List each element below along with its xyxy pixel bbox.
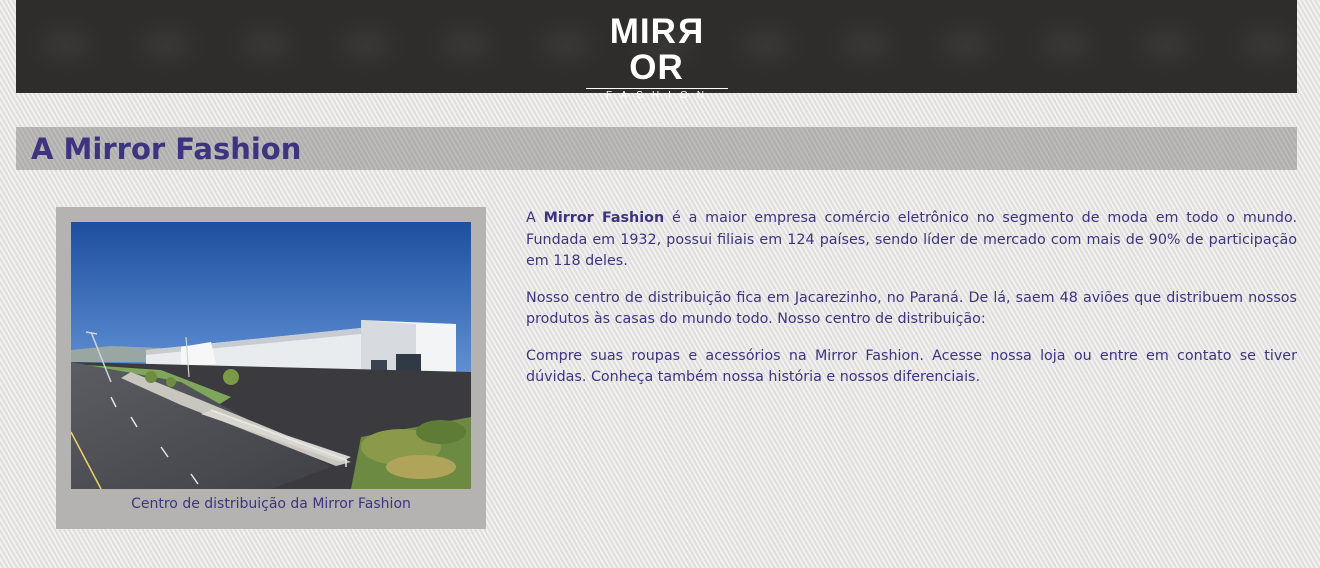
figure-caption: Centro de distribuição da Mirror Fashion [131, 496, 411, 512]
page-title: A Mirror Fashion [31, 132, 302, 166]
logo-wordmark: MIRROR [609, 12, 704, 87]
mirror-fashion-logo[interactable]: MIRROR FASHION [585, 12, 728, 103]
brand-name: Mirror Fashion [543, 210, 665, 226]
about-paragraph-3: Compre suas roupas e acessórios na Mirro… [526, 347, 1297, 386]
site-header: MIRROR FASHION [16, 0, 1297, 101]
about-paragraph-2: Nosso centro de distribuição fica em Jac… [526, 289, 1297, 328]
about-content: A Mirror Fashion é a maior empresa comér… [526, 208, 1297, 404]
title-bar: A Mirror Fashion [16, 127, 1297, 170]
distribution-center-photo [71, 222, 471, 489]
distribution-center-figure: Centro de distribuição da Mirror Fashion [56, 207, 486, 529]
logo-subtitle: FASHION [606, 90, 713, 101]
about-paragraph-1: A Mirror Fashion é a maior empresa comér… [526, 210, 1297, 269]
